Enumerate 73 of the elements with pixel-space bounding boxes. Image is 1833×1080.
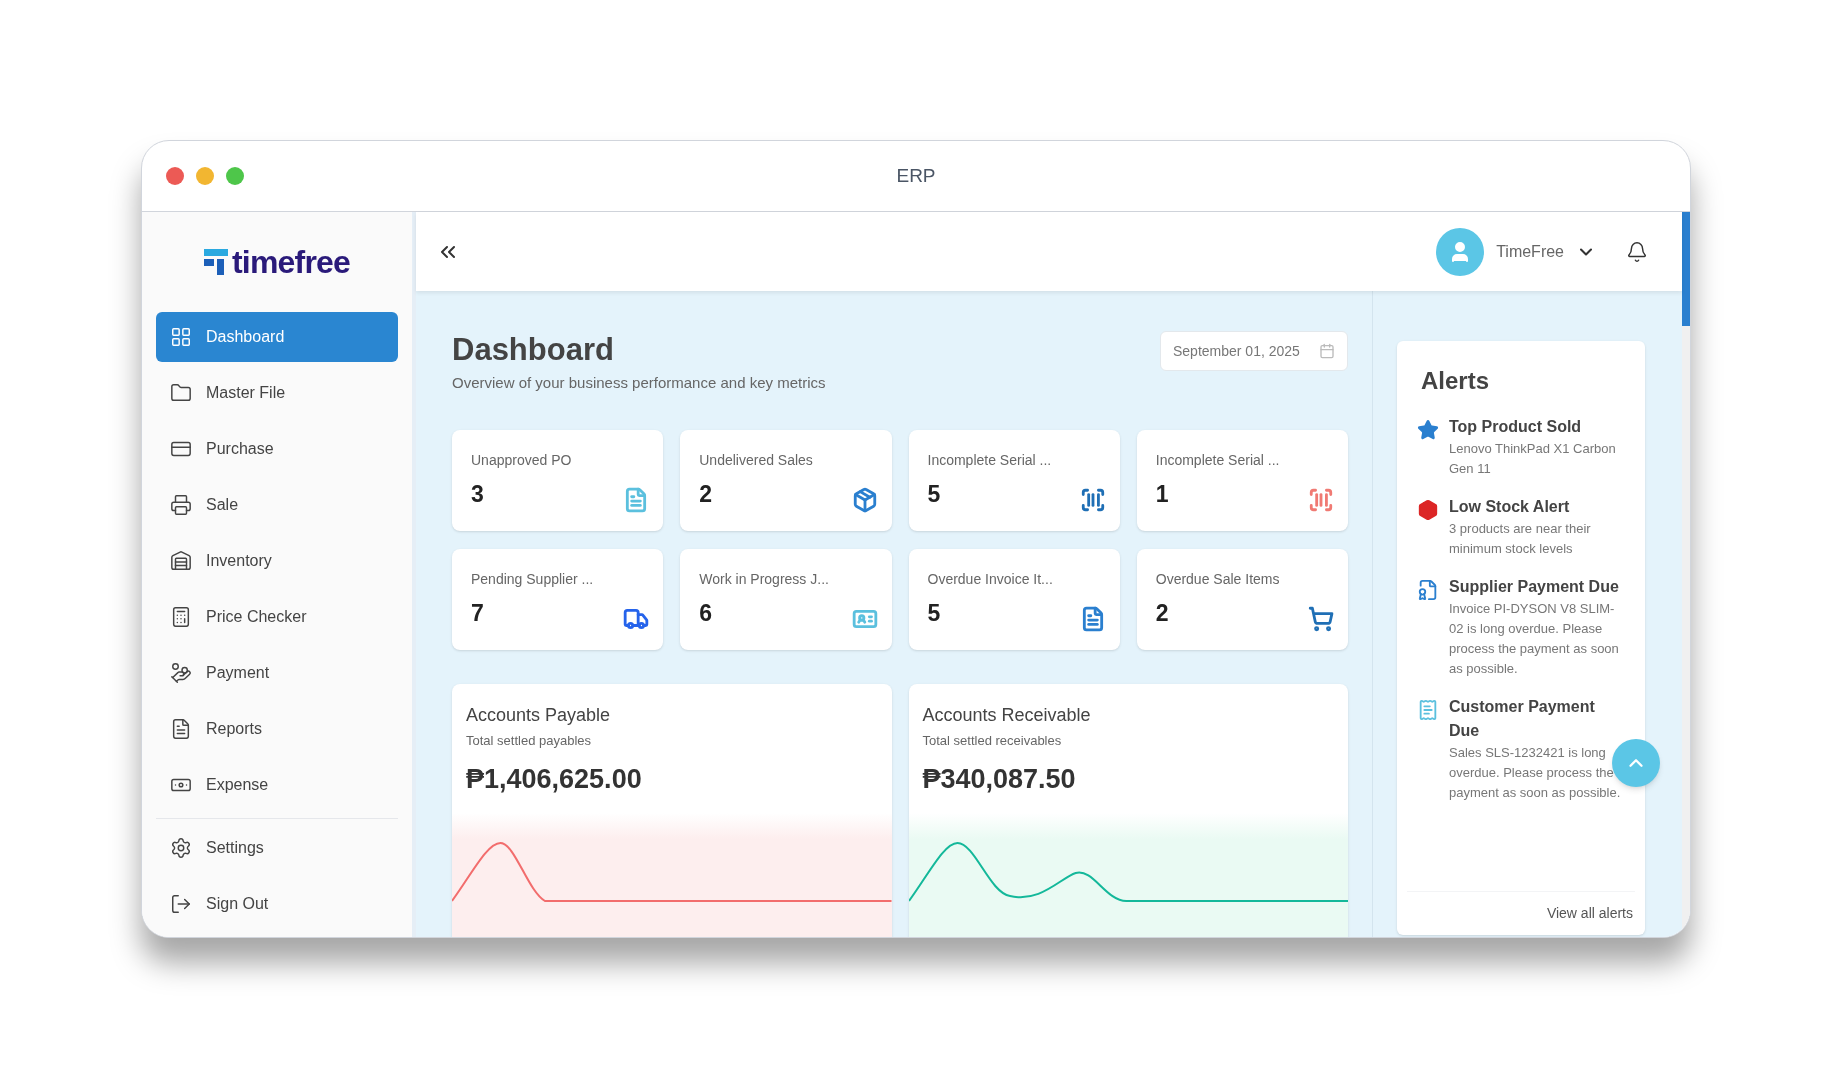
alert-text: Lenovo ThinkPad X1 Carbon Gen 11 [1449,440,1617,478]
sidebar-item[interactable]: Payment [156,648,398,698]
alert-text: 3 products are near their minimum stock levels [1449,520,1592,558]
card-title: Accounts Payable [466,704,612,728]
sidebar-item[interactable]: Inventory [156,536,398,586]
stat-value: 2 [1155,599,1170,629]
stat-label: Pending Supplier ... [471,570,595,590]
user-menu[interactable]: TimeFree [1436,227,1596,276]
stat-value: 2 [699,480,714,510]
logo-text: timefree [231,246,351,278]
star-icon [1417,419,1439,441]
card-subtitle: Total settled receivables [922,732,1063,751]
alert-text: Invoice PI-DYSON V8 SLIM-02 is long overdue. Please process the payment as soon as possible. [1449,600,1620,678]
stat-value: 6 [699,599,714,629]
hand-coin-icon [170,662,192,684]
stat-card[interactable]: Pending Supplier ... 7 [452,549,664,651]
folder-icon [170,382,192,404]
sidebar-item[interactable]: Purchase [156,424,398,474]
stat-label: Incomplete Serial ... [927,451,1053,471]
stat-value: 1 [1155,480,1170,510]
document-icon [170,718,192,740]
amount-text: ₱1,406,625.00 [466,762,643,796]
stat-label: Undelivered Sales [699,451,814,471]
window-title: ERP [896,163,936,188]
logo-icon [203,249,228,275]
view-all-link[interactable]: View all alerts [1546,903,1633,924]
sidebar-item[interactable]: Price Checker [156,592,398,642]
sidebar-item[interactable]: Settings [156,823,398,873]
stat-label: Incomplete Serial ... [1155,451,1281,471]
calculator-icon [170,606,192,628]
stat-card[interactable]: Undelivered Sales 2 [680,430,892,532]
warehouse-icon [170,550,192,572]
alert-title: Supplier Payment Due [1449,577,1620,597]
date-field[interactable]: September 01, 2025 [1160,331,1348,371]
page-title: Dashboard [452,331,615,369]
alert-title: Customer Payment Due [1449,697,1596,741]
invoice-icon [1417,579,1439,601]
user-name: TimeFree [1496,241,1564,262]
stat-value: 3 [471,480,485,510]
calendar-icon [1319,343,1335,359]
alert-title: Top Product Sold [1449,417,1583,437]
receipt-icon [1417,699,1439,721]
grid-icon [170,326,192,348]
alert-title: Low Stock Alert [1449,497,1571,517]
stat-card[interactable]: Work in Progress J... 6 [680,549,892,651]
alerts-title: Alerts [1420,366,1491,396]
stat-card[interactable]: Overdue Invoice It... 5 [908,549,1120,651]
stat-card[interactable]: Incomplete Serial ... 5 [908,430,1120,532]
sidebar-item[interactable]: Reports [156,704,398,754]
stat-label: Work in Progress J... [699,570,830,590]
sign-out-icon [170,893,192,915]
stat-label: Overdue Invoice It... [927,570,1054,590]
stat-label: Overdue Sale Items [1155,570,1281,590]
alert-text: Sales SLS-1232421 is long overdue. Please process the payment as soon as possible. [1449,744,1622,802]
settings-icon [170,837,192,859]
bell-icon[interactable] [1626,240,1648,263]
stat-card[interactable]: Unapproved PO 3 [452,430,664,532]
page-subtitle: Overview of your business performance and key metrics [452,372,826,393]
amount-text: ₱340,087.50 [922,762,1077,796]
stat-value: 7 [471,599,485,629]
card-title: Accounts Receivable [922,704,1092,728]
sidebar-item[interactable]: Dashboard [156,312,398,362]
card-subtitle: Total settled payables [466,732,593,751]
sidebar-item[interactable]: Sale [156,480,398,530]
sidebar-item[interactable]: Master File [156,368,398,418]
sidebar-item[interactable]: Sign Out [156,879,398,929]
stat-card[interactable]: Incomplete Serial ... 1 [1136,430,1348,532]
stat-label: Unapproved PO [471,451,573,471]
scroll-top-button[interactable] [1612,739,1660,787]
sidebar-item[interactable]: Expense [156,760,398,810]
stat-value: 5 [927,599,942,629]
stat-value: 5 [927,480,942,510]
stat-card[interactable]: Overdue Sale Items 2 [1136,549,1348,651]
